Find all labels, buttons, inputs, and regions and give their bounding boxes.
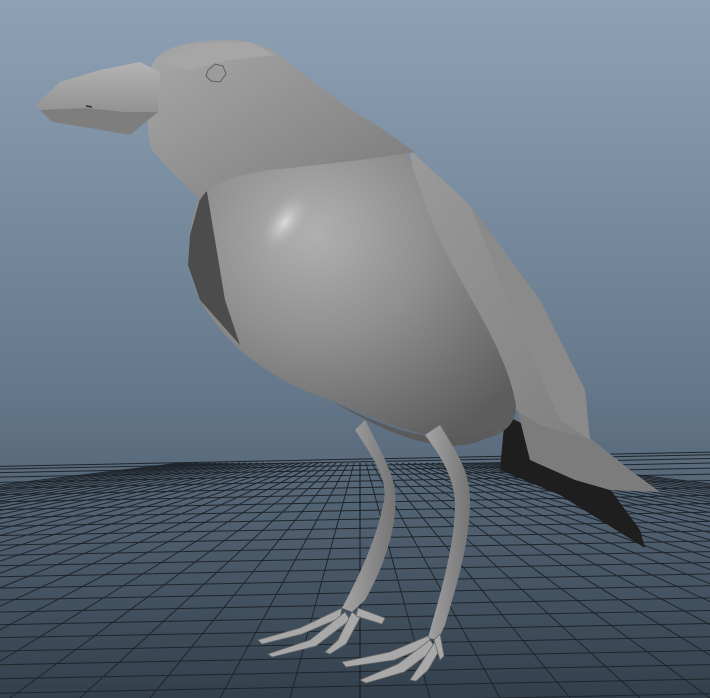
3d-viewport[interactable]: [0, 0, 710, 698]
beak-line: [85, 105, 93, 108]
viewport-canvas[interactable]: [0, 0, 710, 698]
